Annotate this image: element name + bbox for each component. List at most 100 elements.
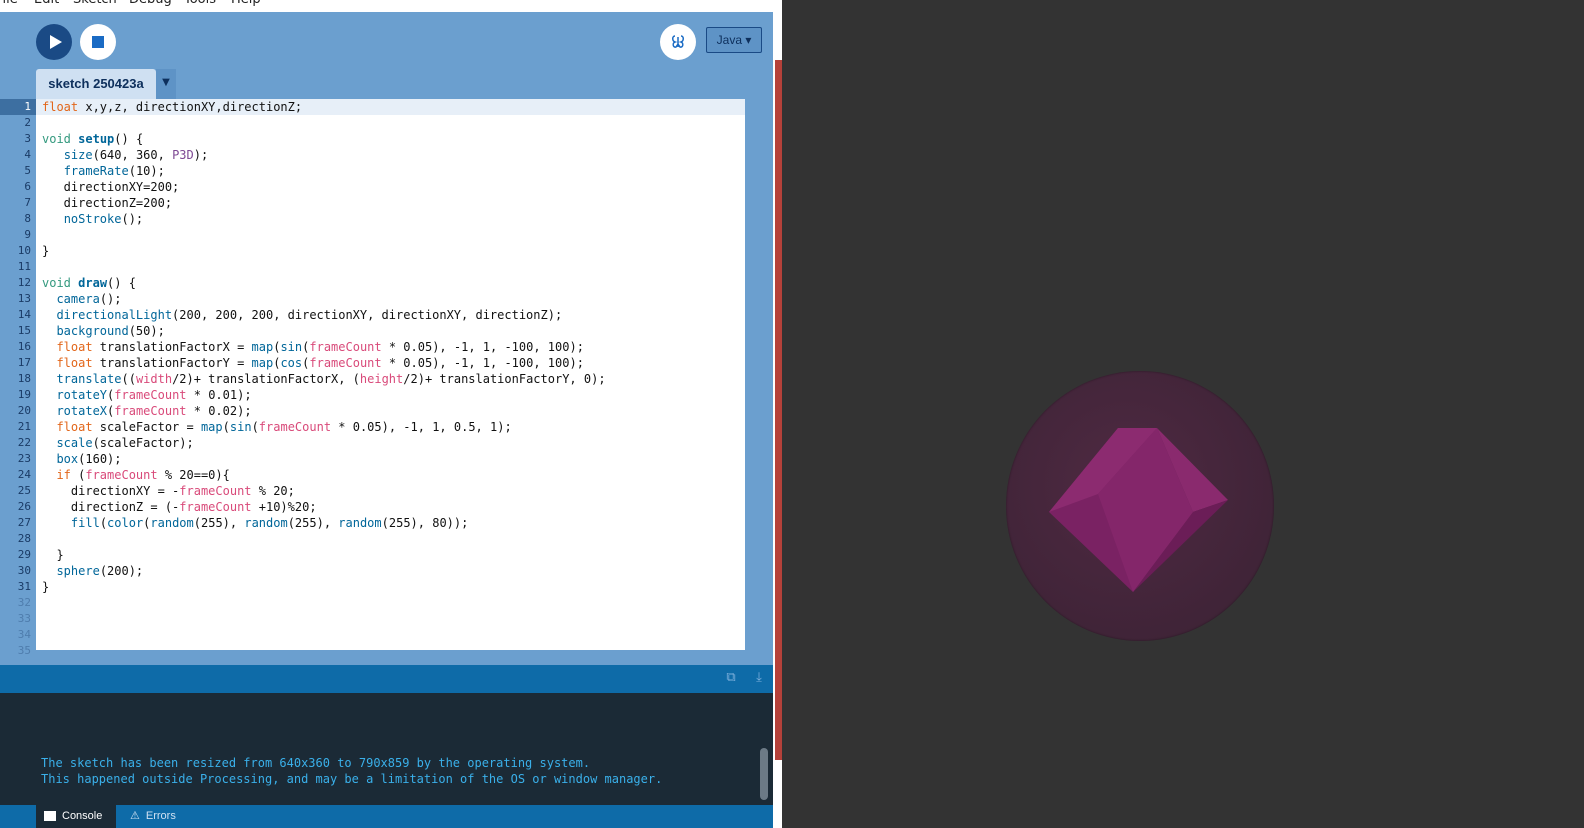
line-number: 7: [24, 196, 31, 209]
line-number: 16: [17, 340, 31, 353]
mode-selector[interactable]: Java ▾: [706, 27, 762, 53]
code-line: rotateY(frameCount * 0.01);: [56, 388, 252, 402]
code-line: directionalLight(200, 200, 200, directio…: [56, 308, 563, 322]
line-number: 27: [17, 516, 31, 529]
line-number: 28: [17, 532, 31, 545]
line-number: 11: [17, 260, 31, 273]
status-tab-bar: Console ⚠ Errors: [0, 805, 773, 828]
code-line: }: [42, 548, 64, 562]
code-line: rotateX(frameCount * 0.02);: [56, 404, 252, 418]
console-line: The sketch has been resized from 640x360…: [41, 756, 591, 770]
line-number: 4: [24, 148, 31, 161]
run-button[interactable]: [36, 24, 72, 60]
code-editor[interactable]: float x,y,z, directionXY,directionZ; void…: [36, 99, 745, 650]
line-number: 21: [17, 420, 31, 433]
butterfly-icon: [672, 35, 684, 48]
line-number: 17: [17, 356, 31, 369]
line-number: 2: [24, 116, 31, 129]
code-line: directionZ=200;: [42, 196, 173, 210]
line-number-gutter: 1 2 3 4 5 6 7 8 9 10 11 12 13 14 15 16 1…: [0, 99, 36, 657]
line-number: 32: [17, 596, 31, 609]
terminal-icon: [44, 811, 56, 822]
line-number: 35: [17, 644, 31, 657]
tab-errors-label: Errors: [145, 810, 176, 822]
line-number: 30: [17, 564, 31, 577]
line-number: 8: [24, 212, 31, 225]
code-line: if (frameCount % 20==0){: [56, 468, 230, 482]
processing-ide-window: File Edit Sketch Debug Tools Help Java ▾…: [0, 0, 782, 828]
code-line: }: [42, 244, 50, 258]
line-number: 10: [17, 244, 31, 257]
background-window-strip: [775, 60, 782, 760]
code-line: sphere(200);: [56, 564, 144, 578]
menu-debug[interactable]: Debug: [129, 0, 172, 8]
line-number: 9: [24, 228, 31, 241]
code-line: frameRate(10);: [63, 164, 165, 178]
line-number: 6: [24, 180, 31, 193]
code-line: noStroke();: [63, 212, 144, 226]
line-number: 25: [17, 484, 31, 497]
code-line: void draw() {: [42, 276, 136, 290]
line-number: 13: [17, 292, 31, 305]
code-line: scale(scaleFactor);: [56, 436, 194, 450]
stop-button[interactable]: [80, 24, 116, 60]
console-panel: The sketch has been resized from 640x360…: [0, 693, 773, 805]
menu-tools[interactable]: Tools: [184, 0, 216, 8]
code-line: directionXY=200;: [42, 180, 180, 194]
code-line: void setup() {: [42, 132, 144, 146]
line-number: 22: [17, 436, 31, 449]
line-number: 31: [17, 580, 31, 593]
line-number: 14: [17, 308, 31, 321]
menu-sketch[interactable]: Sketch: [73, 0, 117, 8]
line-number: 20: [17, 404, 31, 417]
menu-edit[interactable]: Edit: [34, 0, 59, 8]
background-window-edge: [773, 0, 782, 828]
code-line: }: [42, 580, 50, 594]
code-line: box(160);: [56, 452, 122, 466]
tab-menu-button[interactable]: ▼: [156, 69, 176, 99]
triangle-down-icon: ▼: [162, 77, 170, 88]
console-scrollbar[interactable]: [760, 748, 768, 800]
warning-icon: ⚠: [130, 810, 140, 822]
editor-scrollbar[interactable]: [745, 99, 761, 650]
tab-console[interactable]: Console: [36, 805, 116, 828]
line-number: 3: [24, 132, 31, 145]
sphere-render: [1006, 371, 1274, 641]
code-line: float translationFactorX = map(sin(frame…: [56, 340, 584, 354]
menu-file[interactable]: File: [0, 0, 18, 8]
menu-help[interactable]: Help: [231, 0, 261, 8]
code-line: directionZ = (-frameCount +10)%20;: [42, 500, 317, 514]
code-line: fill(color(random(255), random(255), ran…: [70, 516, 469, 530]
clear-console-icon[interactable]: ⤓: [752, 671, 766, 685]
code-line: float x,y,z, directionXY,directionZ;: [42, 100, 303, 114]
line-number: 34: [17, 628, 31, 641]
tab-bar: sketch 250423a ▼: [0, 69, 782, 99]
line-number: 5: [24, 164, 31, 177]
code-line: directionXY = -frameCount % 20;: [42, 484, 295, 498]
menu-bar: File Edit Sketch Debug Tools Help: [0, 0, 782, 12]
line-number: 33: [17, 612, 31, 625]
tab-sketch[interactable]: sketch 250423a: [36, 69, 156, 99]
code-line: float translationFactorY = map(cos(frame…: [56, 356, 584, 370]
tab-console-label: Console: [62, 810, 103, 822]
line-number: 24: [17, 468, 31, 481]
tab-errors[interactable]: ⚠ Errors: [124, 805, 194, 828]
code-line: float scaleFactor = map(sin(frameCount *…: [56, 420, 512, 434]
debugger-button[interactable]: [660, 24, 696, 60]
line-number: 12: [17, 276, 31, 289]
toolbar: Java ▾: [0, 12, 782, 68]
line-number: 1: [24, 100, 31, 113]
code-line: camera();: [56, 292, 122, 306]
line-number: 19: [17, 388, 31, 401]
line-number: 26: [17, 500, 31, 513]
code-line: background(50);: [56, 324, 165, 338]
console-header: ⧉ ⤓: [0, 665, 773, 693]
line-number: 23: [17, 452, 31, 465]
line-number: 18: [17, 372, 31, 385]
code-line: translate((width/2)+ translationFactorX,…: [56, 372, 606, 386]
console-line: This happened outside Processing, and ma…: [41, 772, 663, 786]
line-number: 29: [17, 548, 31, 561]
line-number: 15: [17, 324, 31, 337]
copy-icon[interactable]: ⧉: [724, 671, 738, 685]
code-line: size(640, 360, P3D);: [63, 148, 209, 162]
